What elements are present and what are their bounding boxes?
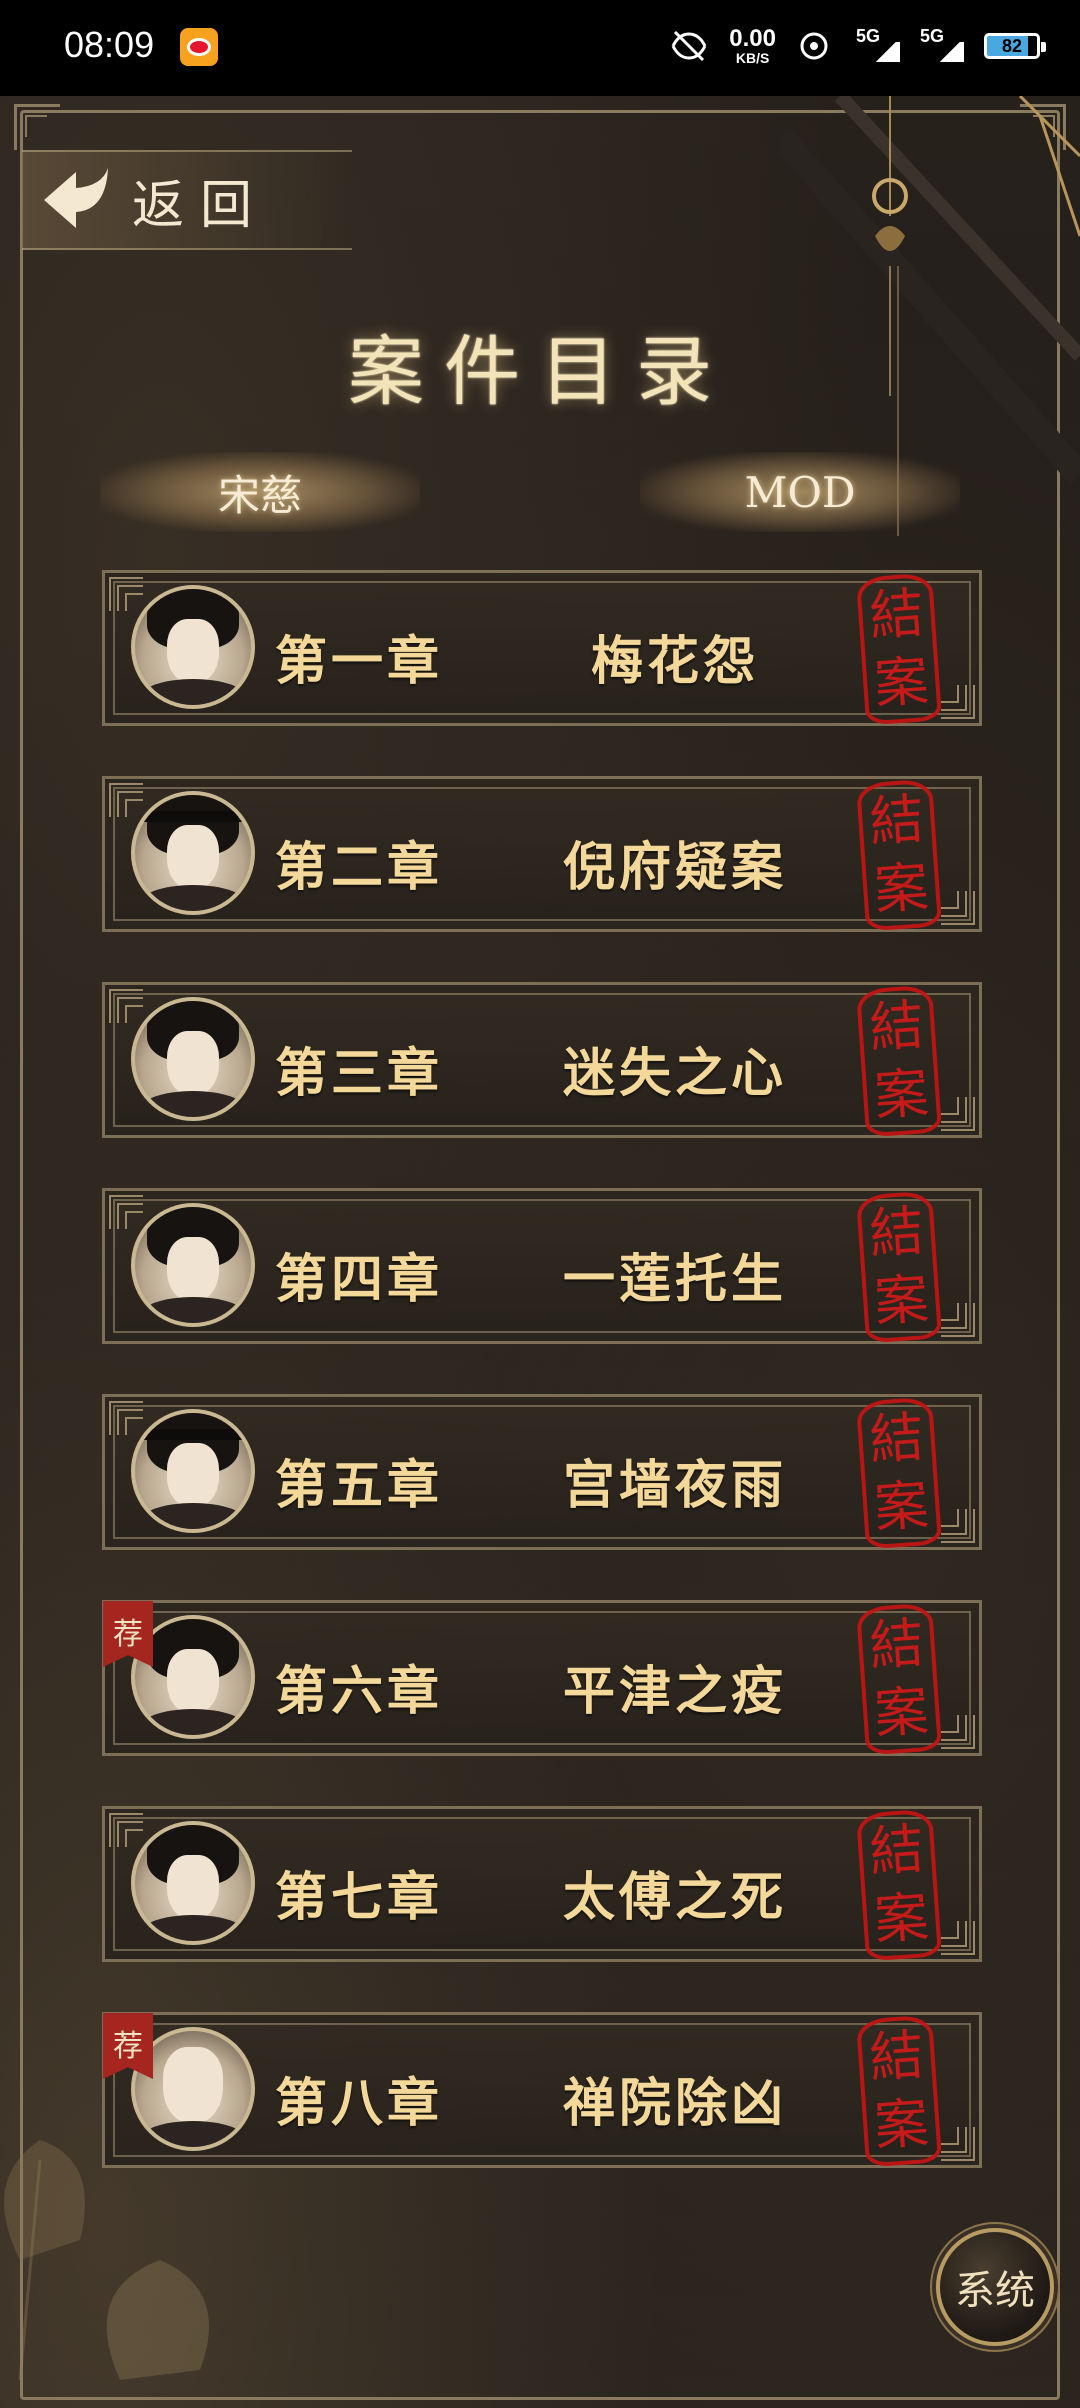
- signal-icon-2: 5G: [920, 26, 964, 66]
- stamp-char: 結: [867, 1611, 926, 1678]
- net-speed: 0.00 KB/S: [729, 25, 776, 66]
- stamp-char: 結: [867, 787, 926, 854]
- chapter-card-1[interactable]: 第一章 梅花怨 結 案: [102, 570, 982, 726]
- chapter-card-6[interactable]: 荐 第六章 平津之疫 結 案: [102, 1600, 982, 1756]
- chapter-title: 一莲托生: [562, 1250, 787, 1310]
- net-speed-value: 0.00: [729, 25, 776, 52]
- closed-stamp-icon: 結 案: [855, 1396, 943, 1550]
- stamp-char: 案: [872, 649, 931, 716]
- eye-icon: [800, 32, 828, 60]
- chapter-number: 第八章: [275, 2074, 444, 2134]
- stamp-char: 案: [872, 1885, 931, 1952]
- chapter-title: 倪府疑案: [562, 838, 787, 898]
- back-button[interactable]: 返回: [22, 150, 352, 250]
- tab-label: MOD: [744, 467, 856, 517]
- page-title: 案件目录: [348, 327, 732, 416]
- closed-stamp-icon: 結 案: [855, 1190, 943, 1344]
- status-icons: 0.00 KB/S 5G 5G 82: [669, 25, 1046, 66]
- chapter-card-3[interactable]: 第三章 迷失之心 結 案: [102, 982, 982, 1138]
- chapter-number: 第二章: [275, 838, 444, 898]
- avatar: [131, 1821, 255, 1945]
- stamp-char: 結: [867, 1199, 926, 1266]
- avatar: [131, 997, 255, 1121]
- chapter-number: 第一章: [275, 632, 444, 692]
- closed-stamp-icon: 結 案: [855, 778, 943, 932]
- stamp-char: 結: [867, 1817, 926, 1884]
- recommended-badge: 荐: [103, 1601, 153, 1667]
- chapter-card-5[interactable]: 第五章 宫墙夜雨 結 案: [102, 1394, 982, 1550]
- stamp-char: 結: [867, 581, 926, 648]
- chapter-title: 宫墙夜雨: [562, 1456, 787, 1516]
- avatar: [131, 585, 255, 709]
- battery-icon: 82: [984, 33, 1046, 59]
- avatar: [131, 1203, 255, 1327]
- closed-stamp-icon: 結 案: [855, 984, 943, 1138]
- status-bar: 08:09 0.00 KB/S 5G 5G 82: [0, 0, 1080, 96]
- chapter-title: 平津之疫: [562, 1662, 787, 1722]
- mute-icon: [671, 30, 707, 62]
- status-time: 08:09: [64, 24, 155, 65]
- stamp-char: 案: [872, 1473, 931, 1540]
- stamp-char: 案: [872, 1267, 931, 1334]
- closed-stamp-icon: 結 案: [855, 572, 943, 726]
- closed-stamp-icon: 結 案: [855, 2014, 943, 2168]
- stamp-char: 案: [872, 1679, 931, 1746]
- chapter-card-4[interactable]: 第四章 一莲托生 結 案: [102, 1188, 982, 1344]
- back-label: 返回: [132, 175, 269, 236]
- signal-icon-1: 5G: [856, 26, 900, 66]
- chapter-number: 第四章: [275, 1250, 444, 1310]
- chapter-number: 第六章: [275, 1662, 444, 1722]
- avatar: [131, 791, 255, 915]
- chapter-title: 太傅之死: [562, 1868, 787, 1928]
- chapter-card-2[interactable]: 第二章 倪府疑案 結 案: [102, 776, 982, 932]
- weibo-icon: [180, 28, 218, 66]
- chapter-title: 梅花怨: [590, 632, 759, 692]
- stamp-char: 結: [867, 993, 926, 1060]
- avatar: [131, 1409, 255, 1533]
- net-speed-unit: KB/S: [735, 50, 770, 66]
- chapter-number: 第七章: [275, 1868, 444, 1928]
- chapter-title: 禅院除凶: [562, 2074, 787, 2134]
- system-button[interactable]: 系统: [936, 2228, 1054, 2346]
- frame-corner-icon: [14, 104, 60, 150]
- closed-stamp-icon: 結 案: [855, 1602, 943, 1756]
- chapter-number: 第三章: [275, 1044, 444, 1104]
- stamp-char: 案: [872, 1061, 931, 1128]
- tab-mod[interactable]: MOD: [640, 452, 960, 532]
- tab-label: 宋慈: [217, 470, 302, 520]
- tab-song-ci[interactable]: 宋慈: [100, 452, 420, 532]
- stamp-char: 結: [867, 1405, 926, 1472]
- chapter-card-7[interactable]: 第七章 太傅之死 結 案: [102, 1806, 982, 1962]
- closed-stamp-icon: 結 案: [855, 1808, 943, 1962]
- stamp-char: 案: [872, 855, 931, 922]
- chapter-title: 迷失之心: [562, 1044, 787, 1104]
- stamp-char: 結: [867, 2023, 926, 2090]
- chapter-number: 第五章: [275, 1456, 444, 1516]
- system-label: 系统: [955, 2268, 1035, 2314]
- back-arrow-icon: [44, 168, 108, 228]
- stamp-char: 案: [872, 2091, 931, 2158]
